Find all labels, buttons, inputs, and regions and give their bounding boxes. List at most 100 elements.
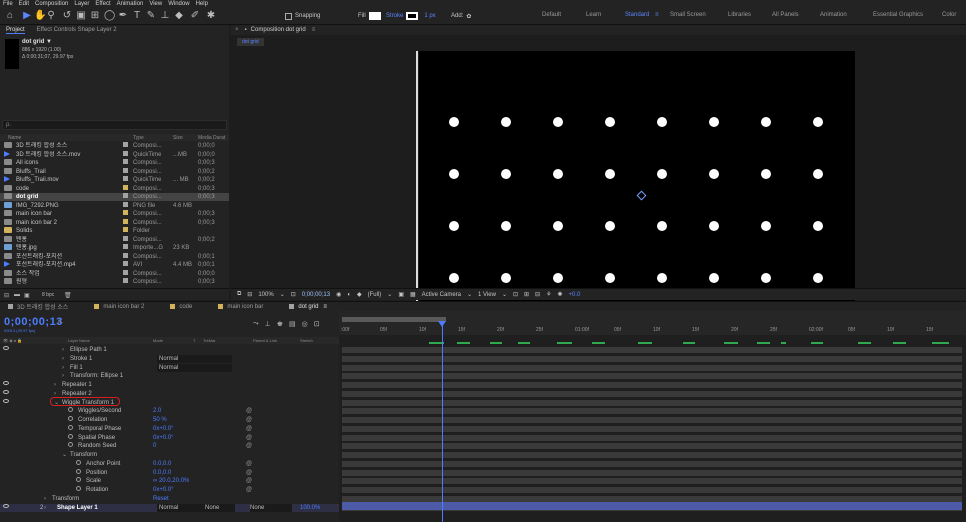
pickwhip-icon[interactable]: @ bbox=[246, 486, 252, 494]
time-ruler[interactable]: :00f 05f 10f 15f 20f 25f 01:00f 05f 10f 15f 20f 25f… bbox=[339, 311, 966, 335]
exposure-value[interactable]: +0.0 bbox=[569, 292, 581, 298]
interpret-footage-icon[interactable]: ⊟ bbox=[4, 292, 9, 299]
stopwatch-icon[interactable] bbox=[76, 468, 81, 474]
pickwhip-icon[interactable]: @ bbox=[246, 407, 252, 415]
property-name[interactable]: Transform: Ellipse 1 bbox=[70, 372, 123, 380]
blend-mode-dropdown[interactable]: Normal bbox=[157, 363, 232, 372]
clone-tool-icon[interactable]: ⊥ bbox=[160, 11, 170, 21]
property-value[interactable]: 0x+0.0° bbox=[153, 425, 174, 433]
property-value[interactable]: 0 bbox=[153, 442, 156, 450]
timeline-row[interactable]: › Transform Reset bbox=[0, 495, 339, 503]
safe-zones-icon[interactable]: ⊟ bbox=[247, 291, 252, 298]
project-item[interactable]: 텐홍 Composi... 0;00;2 bbox=[0, 235, 229, 244]
property-name[interactable]: Random Seed bbox=[78, 442, 116, 450]
workspace-1[interactable]: Learn bbox=[586, 12, 601, 18]
timeline-current-time[interactable]: 0;00;00;13 bbox=[4, 316, 63, 328]
bpc-toggle[interactable]: 8 bpc bbox=[42, 292, 54, 298]
menu-item-4[interactable]: Effect bbox=[95, 1, 110, 7]
expand-chevron-icon[interactable]: › bbox=[62, 346, 64, 354]
resolution-dropdown[interactable]: (Full) bbox=[368, 292, 382, 298]
stopwatch-icon[interactable] bbox=[68, 416, 73, 421]
parent-dropdown[interactable]: None bbox=[250, 503, 292, 512]
workspace-5[interactable]: All Panels bbox=[772, 12, 799, 18]
panel-menu-icon[interactable]: ≡ bbox=[312, 27, 316, 33]
label-color-swatch[interactable] bbox=[123, 142, 128, 147]
menu-item-0[interactable]: File bbox=[3, 1, 13, 7]
label-color-swatch[interactable] bbox=[123, 269, 128, 275]
label-color-swatch[interactable] bbox=[123, 176, 128, 181]
shy-layers-icon[interactable]: ♚ bbox=[277, 320, 283, 328]
timeline-row[interactable]: › Repeater 2 bbox=[0, 389, 339, 398]
project-item[interactable]: code Composi... 0;00;3 bbox=[0, 184, 229, 193]
column-stretch[interactable]: Stretch bbox=[300, 338, 313, 343]
label-color-swatch[interactable] bbox=[123, 210, 128, 215]
region-of-interest-icon[interactable]: ▣ bbox=[398, 291, 404, 298]
label-color-swatch[interactable] bbox=[123, 167, 128, 173]
project-item[interactable]: IMG_7292.PNG PNG file 4.6 MB bbox=[0, 201, 229, 210]
menu-item-5[interactable]: Animation bbox=[117, 1, 144, 7]
pickwhip-icon[interactable]: @ bbox=[246, 434, 252, 442]
transparency-grid-icon[interactable]: ▦ bbox=[410, 291, 416, 298]
timeline-row[interactable]: Random Seed 0 @ bbox=[0, 442, 339, 450]
timeline-tab-4[interactable]: dot grid ≡ bbox=[289, 304, 327, 310]
motion-blur-icon[interactable]: ◎ bbox=[302, 320, 308, 328]
stopwatch-icon[interactable] bbox=[76, 459, 81, 465]
camera-dropdown[interactable]: Active Camera bbox=[422, 292, 461, 298]
selection-tool-icon[interactable]: ▶ bbox=[22, 11, 32, 21]
show-channel-icon[interactable]: ◐ bbox=[347, 292, 351, 298]
timeline-icon[interactable]: ⊟ bbox=[535, 291, 540, 298]
property-name[interactable]: Ellipse Path 1 bbox=[70, 346, 107, 354]
brush-tool-icon[interactable]: ✎ bbox=[146, 11, 156, 21]
workspace-0[interactable]: Default bbox=[542, 12, 561, 18]
project-item[interactable]: Bluffs_Trail.mov QuickTime ... MB 0;00;2 bbox=[0, 176, 229, 184]
property-name[interactable]: Wiggles/Second bbox=[78, 407, 121, 415]
label-color-swatch[interactable] bbox=[123, 252, 128, 258]
toggle-pixel-icon[interactable]: ⊡ bbox=[513, 291, 518, 298]
property-name[interactable]: Correlation bbox=[78, 416, 107, 424]
panel-menu-icon[interactable]: ≡ bbox=[323, 304, 327, 310]
project-item[interactable]: 원형 Composi... 0;00;3 bbox=[0, 278, 229, 286]
expand-chevron-icon[interactable]: › bbox=[62, 372, 64, 380]
timeline-row[interactable]: › Repeater 1 bbox=[0, 381, 339, 389]
visibility-eye-icon[interactable] bbox=[3, 398, 9, 403]
property-name[interactable]: Fill 1 bbox=[70, 364, 83, 372]
property-name[interactable]: Spatial Phase bbox=[78, 434, 115, 442]
workspace-7[interactable]: Essential Graphics bbox=[873, 12, 923, 18]
timeline-row[interactable]: Wiggles/Second 2.0 @ bbox=[0, 407, 339, 415]
property-value[interactable]: 0.0,0.0 bbox=[153, 469, 171, 477]
hand-tool-icon[interactable]: ✋ bbox=[34, 11, 46, 21]
label-color-swatch[interactable] bbox=[123, 159, 128, 164]
property-name[interactable]: Position bbox=[86, 469, 107, 477]
pickwhip-icon[interactable]: @ bbox=[246, 460, 252, 468]
zoom-tool-icon[interactable]: ⚲ bbox=[46, 11, 56, 21]
pen-tool-icon[interactable]: ✒ bbox=[118, 11, 128, 21]
visibility-eye-icon[interactable] bbox=[3, 389, 9, 394]
expand-chevron-icon[interactable]: › bbox=[62, 364, 64, 372]
home-icon[interactable]: ⌂ bbox=[5, 11, 15, 21]
puppet-tool-icon[interactable]: ✱ bbox=[206, 11, 216, 21]
property-value[interactable]: 2.0 bbox=[153, 407, 161, 415]
project-item[interactable]: main icon bar Composi... 0;00;3 bbox=[0, 210, 229, 218]
column-mode[interactable]: Mode bbox=[153, 338, 163, 343]
chevron-down-icon[interactable]: ⌄ bbox=[502, 291, 507, 298]
project-item[interactable]: Bluffs_Trail Composi... 0;00;2 bbox=[0, 167, 229, 176]
column-parent[interactable]: Parent & Link bbox=[253, 338, 277, 343]
column-trkmat[interactable]: TrkMat bbox=[203, 338, 215, 343]
menu-item-6[interactable]: View bbox=[149, 1, 162, 7]
project-item[interactable]: All icons Composi... 0;00;3 bbox=[0, 159, 229, 167]
chevron-down-icon[interactable]: ⌄ bbox=[467, 291, 472, 298]
project-item[interactable]: 3D 트래킹 합성 소스.mov QuickTime ...MB 0;00;0 bbox=[0, 150, 229, 159]
label-color-swatch[interactable] bbox=[123, 244, 128, 249]
column-layer-name[interactable]: Layer Name bbox=[68, 338, 90, 343]
stopwatch-icon[interactable] bbox=[68, 442, 73, 448]
column-t[interactable]: T bbox=[193, 338, 195, 343]
rotate-tool-icon[interactable]: ↺ bbox=[62, 11, 72, 21]
label-color-swatch[interactable] bbox=[123, 150, 128, 156]
layer-search-input[interactable]: ρ. bbox=[55, 319, 135, 328]
visibility-eye-icon[interactable] bbox=[3, 346, 9, 350]
trash-icon[interactable]: 🗑 bbox=[64, 292, 72, 299]
expand-chevron-icon[interactable]: › bbox=[62, 355, 64, 363]
timeline-row[interactable]: Temporal Phase 0x+0.0° @ bbox=[0, 424, 339, 433]
project-item[interactable]: 소스 작업 Composi... 0;00;0 bbox=[0, 269, 229, 278]
property-name[interactable]: Repeater 1 bbox=[62, 381, 92, 389]
